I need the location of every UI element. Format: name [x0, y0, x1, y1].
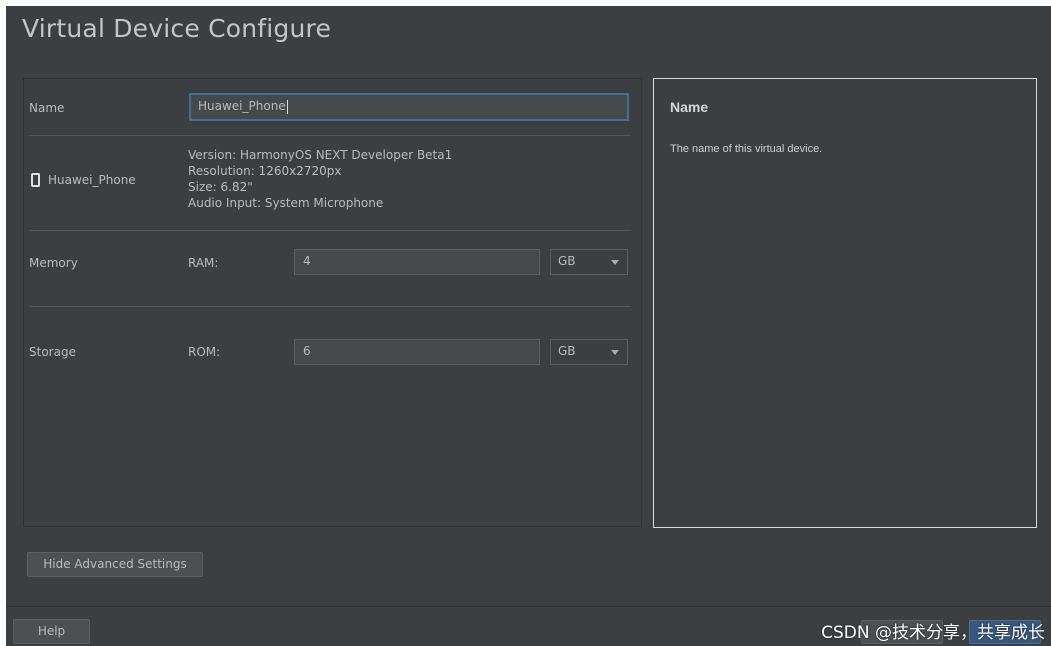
rom-unit-value: GB [558, 344, 576, 358]
rom-value: 6 [303, 344, 311, 358]
ram-unit-select[interactable]: GB [550, 249, 628, 275]
divider [29, 306, 631, 307]
ram-input[interactable]: 4 [294, 249, 540, 275]
rom-input[interactable]: 6 [294, 339, 540, 365]
device-audio: Audio Input: System Microphone [188, 196, 384, 210]
dialog-title: Virtual Device Configure [22, 14, 332, 43]
settings-panel: Name Huawei_Phone Huawei_Phone Version: … [23, 78, 642, 527]
ram-label: RAM: [188, 256, 219, 270]
device-info: Version: HarmonyOS NEXT Developer Beta1 … [188, 147, 452, 211]
name-input-value: Huawei_Phone [198, 99, 286, 113]
name-label: Name [29, 101, 65, 115]
device-resolution: Resolution: 1260x2720px [188, 164, 342, 178]
footer-divider [6, 606, 1051, 607]
hide-advanced-settings-button[interactable]: Hide Advanced Settings [27, 552, 203, 577]
chevron-down-icon [611, 350, 619, 355]
device-version: Version: HarmonyOS NEXT Developer Beta1 [188, 148, 453, 162]
watermark: CSDN @技术分享，共享成长 [821, 623, 1045, 643]
rom-unit-select[interactable]: GB [550, 339, 628, 365]
device-summary: Huawei_Phone [31, 173, 136, 187]
divider [29, 230, 631, 231]
chevron-down-icon [611, 260, 619, 265]
help-button[interactable]: Help [13, 619, 90, 644]
ram-unit-value: GB [558, 254, 576, 268]
text-caret [286, 99, 288, 114]
memory-label: Memory [29, 256, 78, 270]
name-input[interactable]: Huawei_Phone [189, 93, 629, 121]
help-title: Name [670, 99, 709, 115]
rom-label: ROM: [188, 345, 221, 359]
device-size: Size: 6.82" [188, 180, 253, 194]
virtual-device-configure-dialog: Virtual Device Configure Name Huawei_Pho… [6, 6, 1051, 646]
help-description: The name of this virtual device. [670, 143, 823, 155]
divider [29, 135, 631, 136]
help-panel: Name The name of this virtual device. [653, 78, 1037, 528]
phone-icon [31, 173, 40, 187]
device-name: Huawei_Phone [48, 173, 136, 187]
storage-label: Storage [29, 345, 76, 359]
ram-value: 4 [303, 254, 311, 268]
